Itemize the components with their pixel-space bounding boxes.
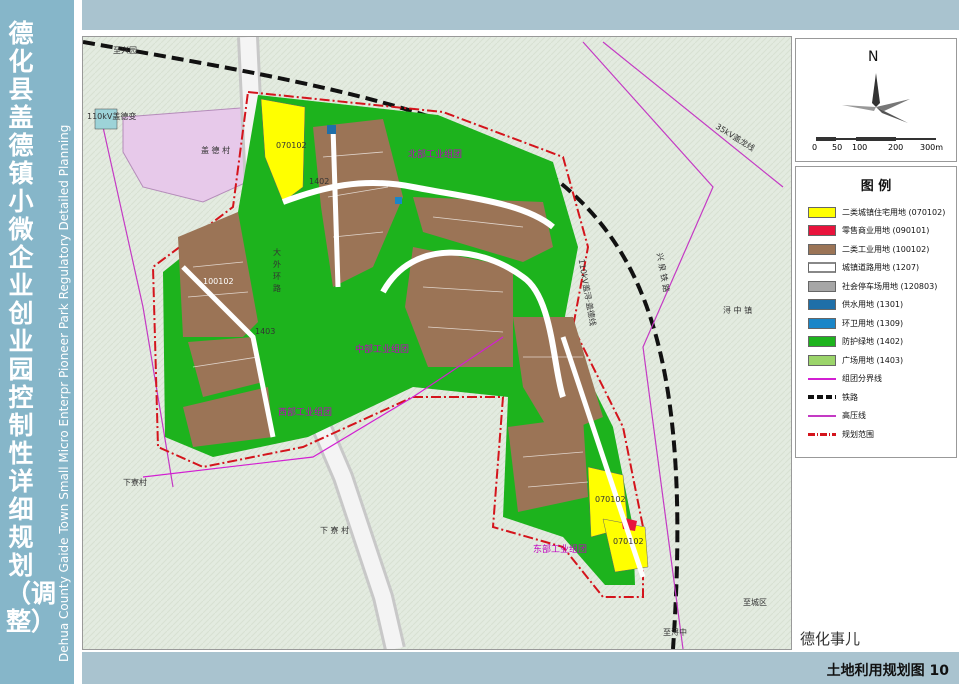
legend-item: 规划范围 xyxy=(808,427,874,441)
east-cluster-label: 东部工业组团 xyxy=(533,545,588,555)
legend-item: 高压线 xyxy=(808,409,866,423)
legend-label: 广场用地 (1403) xyxy=(842,355,904,365)
watermark: 德化事儿 xyxy=(800,630,861,648)
legend-swatch xyxy=(808,225,836,236)
legend-label: 组团分界线 xyxy=(842,374,882,383)
legend-swatch xyxy=(808,377,836,380)
legend-label: 环卫用地 (1309) xyxy=(842,318,904,328)
legend-item: 防护绿地 (1402) xyxy=(808,335,903,349)
document-subtitle: Dehua County Gaide Town Small Micro Ente… xyxy=(57,124,71,662)
xia-liao-village-label: 下 寮 村 xyxy=(320,526,350,535)
legend-label: 防护绿地 (1402) xyxy=(842,337,904,346)
gaide-village-label: 盖 德 村 xyxy=(201,146,231,155)
legend-item: 环卫用地 (1309) xyxy=(808,316,903,330)
legend-item: 供水用地 (1301) xyxy=(808,298,903,312)
legend-item: 二类城镇住宅用地 (070102) xyxy=(808,205,945,219)
middle-cluster-label: 中部工业组团 xyxy=(355,345,410,355)
scale-100: 100 xyxy=(852,143,868,152)
legend-swatch xyxy=(808,243,836,255)
land-use-map[interactable]: 盖 德 村 下 寮 村 下寮村 浔 中 镇 110kV盖德变 大外环路 35kV… xyxy=(82,36,792,650)
legend-swatch xyxy=(808,432,836,436)
industrial-block-east-2 xyxy=(508,417,588,512)
east-exit-label: 至城区 xyxy=(743,598,767,607)
legend-item: 社会停车场用地 (120803) xyxy=(808,279,937,293)
sanitation-marker xyxy=(395,197,402,204)
legend-swatch xyxy=(808,354,836,366)
legend-swatch xyxy=(808,206,836,218)
scale-0: 0 xyxy=(812,143,818,152)
legend-item: 二类工业用地 (100102) xyxy=(808,242,929,256)
plaza-code: 1403 xyxy=(255,327,276,336)
residential-code-east-1: 070102 xyxy=(595,495,626,504)
legend-item: 广场用地 (1403) xyxy=(808,353,903,367)
legend-swatch xyxy=(808,299,836,310)
legend-swatch xyxy=(808,262,836,273)
substation-label: 110kV盖德变 xyxy=(87,112,137,121)
south-exit-label: 至浔中 xyxy=(663,628,687,637)
right-panel: N 0 50 100 200 300m 图 例 二类城镇住宅用地 (070102… xyxy=(795,38,957,650)
legend-label: 二类城镇住宅用地 (070102) xyxy=(842,207,946,217)
residential-code-north: 070102 xyxy=(276,141,307,150)
big-ring-road-label: 大外环路 xyxy=(273,248,281,293)
legend-swatch xyxy=(808,336,836,347)
legend-item: 城镇道路用地 (1207) xyxy=(808,261,919,275)
legend-label: 二类工业用地 (100102) xyxy=(842,244,930,254)
drawing-title: 土地利用规划图 10 xyxy=(826,663,949,679)
legend-swatch xyxy=(808,395,836,399)
compass-box: N 0 50 100 200 300m xyxy=(795,38,957,162)
north-cluster-label: 北部工业组团 xyxy=(408,150,463,160)
legend-item: 零售商业用地 (090101) xyxy=(808,224,929,238)
water-supply-marker xyxy=(327,125,336,134)
legend-swatch xyxy=(808,317,836,329)
green-code: 1402 xyxy=(309,177,330,186)
west-cluster-label: 西部工业组团 xyxy=(278,408,333,418)
xun-zhong-town-label: 浔 中 镇 xyxy=(723,306,753,315)
legend-label: 高压线 xyxy=(842,411,866,420)
legend: 图 例 二类城镇住宅用地 (070102) 零售商业用地 (090101) 二类工业… xyxy=(795,166,957,458)
legend-item: 组团分界线 xyxy=(808,372,882,386)
legend-label: 铁路 xyxy=(842,392,858,402)
top-band xyxy=(82,0,959,30)
scale-300m: 300m xyxy=(920,143,944,152)
document-title: 德化县盖德镇小微企业创业园控制性详细规划（调整） xyxy=(6,19,57,636)
top-road-label: 至兴园 xyxy=(113,46,137,55)
residential-code-east-2: 070102 xyxy=(613,537,644,546)
scale-200: 200 xyxy=(888,143,904,152)
legend-label: 社会停车场用地 (120803) xyxy=(842,281,938,291)
legend-label: 城镇道路用地 (1207) xyxy=(842,263,920,272)
legend-swatch xyxy=(808,280,836,292)
legend-label: 零售商业用地 (090101) xyxy=(842,226,930,235)
legend-swatch xyxy=(808,414,836,417)
xia-liao-hill-label: 下寮村 xyxy=(123,478,147,487)
legend-item: 铁路 xyxy=(808,390,858,404)
legend-label: 规划范围 xyxy=(842,429,874,439)
legend-title: 图 例 xyxy=(860,179,892,194)
industrial-code: 100102 xyxy=(203,277,234,286)
scale-50: 50 xyxy=(832,143,843,152)
legend-label: 供水用地 (1301) xyxy=(842,300,904,309)
map-canvas xyxy=(83,37,791,649)
